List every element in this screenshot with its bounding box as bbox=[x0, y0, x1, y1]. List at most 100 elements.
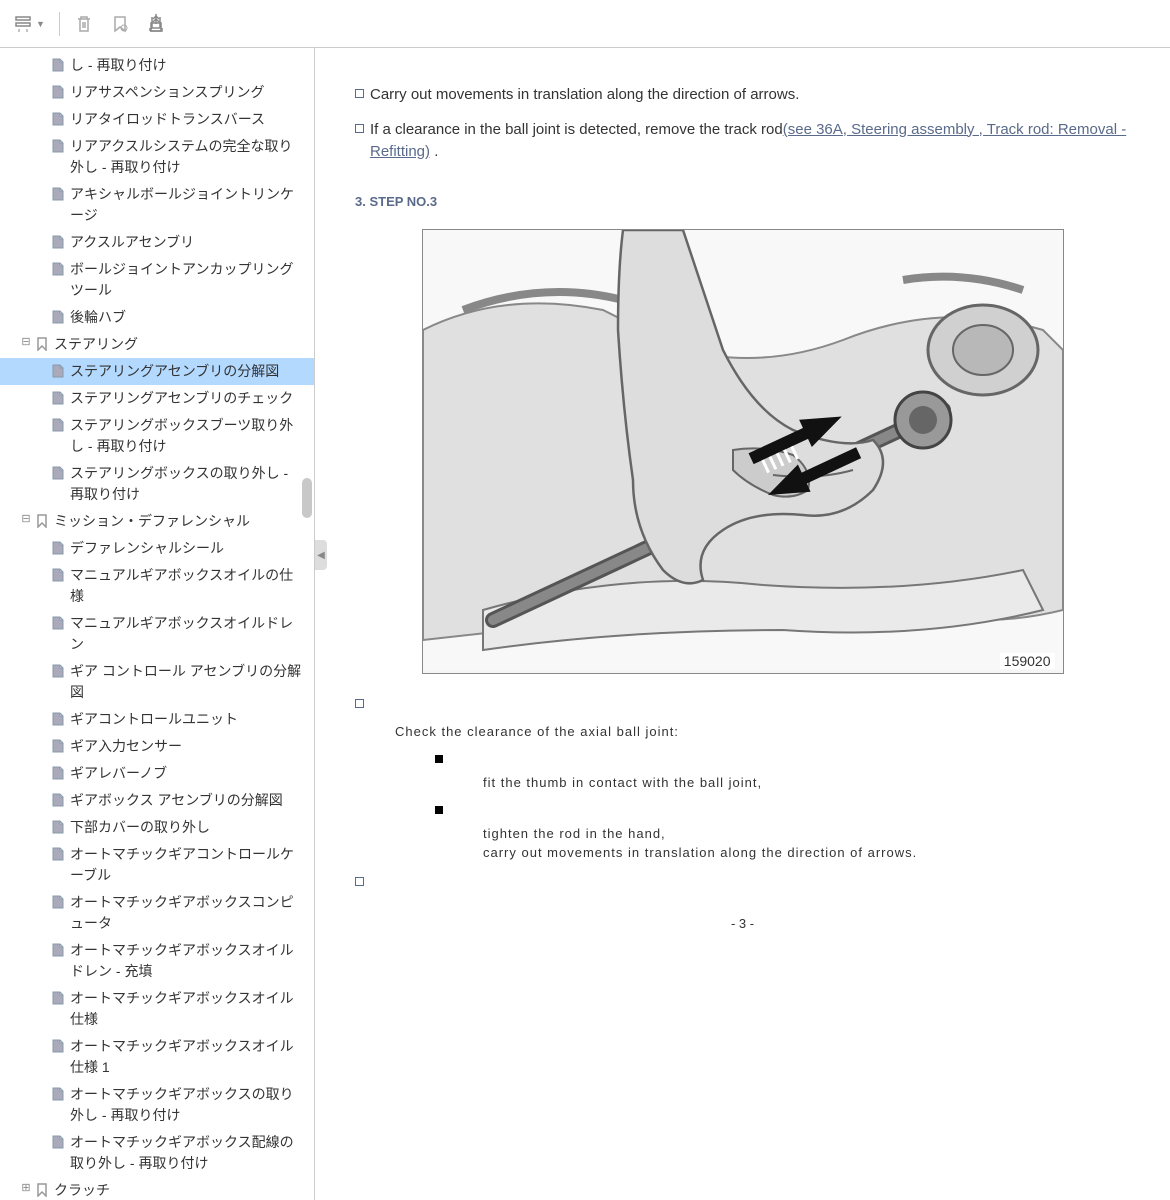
page-icon bbox=[50, 390, 66, 406]
tree-item[interactable]: マニュアルギアボックスオイルの仕様 bbox=[0, 562, 314, 610]
sidebar-scrollbar-thumb[interactable] bbox=[302, 478, 312, 518]
toolbar-separator bbox=[59, 12, 60, 36]
share-icon bbox=[146, 14, 166, 34]
sidebar-collapse-handle[interactable]: ◀ bbox=[315, 540, 327, 570]
list-item: fit the thumb in contact with the ball j… bbox=[435, 751, 1130, 790]
tree-item[interactable]: オートマチックギアボックスオイル仕様 bbox=[0, 985, 314, 1033]
tree-item[interactable]: リアサスペンションスプリング bbox=[0, 79, 314, 106]
page-icon bbox=[50, 234, 66, 250]
tree-item-label: ステアリング bbox=[54, 334, 310, 355]
page-icon bbox=[50, 1038, 66, 1054]
tree-item-label: デファレンシャルシール bbox=[70, 538, 310, 559]
page-icon bbox=[50, 846, 66, 862]
tree-item[interactable]: し - 再取り付け bbox=[0, 52, 314, 79]
tree-toggle-icon[interactable]: ⊟ bbox=[20, 511, 32, 528]
tree-item-label: し - 再取り付け bbox=[70, 55, 310, 76]
tree-item-label: オートマチックギアボックスコンピュータ bbox=[70, 892, 310, 934]
tree-item[interactable]: ギアボックス アセンブリの分解図 bbox=[0, 787, 314, 814]
tree-item[interactable]: ステアリングボックスブーツ取り外し - 再取り付け bbox=[0, 412, 314, 460]
page-icon bbox=[50, 1086, 66, 1102]
document-page: Carry out movements in translation along… bbox=[315, 48, 1170, 1200]
page-icon bbox=[50, 663, 66, 679]
page-icon bbox=[50, 894, 66, 910]
tree-toggle-icon[interactable]: ⊞ bbox=[20, 1180, 32, 1197]
figure: 159020 bbox=[355, 229, 1130, 674]
page-number: - 3 - bbox=[355, 916, 1130, 931]
paragraph bbox=[355, 694, 1130, 708]
tree-item-label: ステアリングアセンブリのチェック bbox=[70, 388, 310, 409]
tree-item-label: ステアリングボックスの取り外し - 再取り付け bbox=[70, 463, 310, 505]
tree-item[interactable]: アキシャルボールジョイントリンケージ bbox=[0, 181, 314, 229]
paragraph-text: If a clearance in the ball joint is dete… bbox=[370, 119, 1130, 164]
page-icon bbox=[50, 417, 66, 433]
page-icon bbox=[50, 738, 66, 754]
tree-item-label: オートマチックギアボックスオイル仕様 1 bbox=[70, 1036, 310, 1078]
tree-item[interactable]: オートマチックギアボックスオイル仕様 1 bbox=[0, 1033, 314, 1081]
view-options-icon bbox=[14, 14, 34, 34]
page-icon bbox=[50, 363, 66, 379]
tree-section[interactable]: ⊟ ステアリング bbox=[0, 331, 314, 358]
tree-item[interactable]: ギア入力センサー bbox=[0, 733, 314, 760]
list-item-text: carry out movements in translation along… bbox=[483, 845, 917, 860]
tree-item-label: アキシャルボールジョイントリンケージ bbox=[70, 184, 310, 226]
tree-item[interactable]: ギアコントロールユニット bbox=[0, 706, 314, 733]
tree-item-label: ギア入力センサー bbox=[70, 736, 310, 757]
content-viewport[interactable]: Carry out movements in translation along… bbox=[315, 48, 1170, 1200]
trash-icon bbox=[74, 14, 94, 34]
page-icon bbox=[50, 711, 66, 727]
tree-item-label: ギアコントロールユニット bbox=[70, 709, 310, 730]
tree-item-label: マニュアルギアボックスオイルドレン bbox=[70, 613, 310, 655]
tree-item[interactable]: マニュアルギアボックスオイルドレン bbox=[0, 610, 314, 658]
tree-item[interactable]: リアタイロッドトランスバース bbox=[0, 106, 314, 133]
bookmark-icon bbox=[34, 336, 50, 352]
delete-button[interactable] bbox=[68, 8, 100, 40]
checkbox-bullet-icon bbox=[355, 124, 364, 133]
tree-item-label: アクスルアセンブリ bbox=[70, 232, 310, 253]
tree-item-label: ステアリングアセンブリの分解図 bbox=[70, 361, 310, 382]
tree-item-label: クラッチ bbox=[54, 1180, 310, 1200]
tree-item[interactable]: オートマチックギアボックスオイルドレン - 充填 bbox=[0, 937, 314, 985]
bookmark-ribbon-icon bbox=[110, 14, 130, 34]
figure-id-label: 159020 bbox=[1000, 653, 1055, 669]
share-button[interactable] bbox=[140, 8, 172, 40]
tree-item[interactable]: オートマチックギアボックス配線の取り外し - 再取り付け bbox=[0, 1129, 314, 1177]
tree-section[interactable]: ⊞ クラッチ bbox=[0, 1177, 314, 1200]
page-icon bbox=[50, 138, 66, 154]
tree-item[interactable]: 後輪ハブ bbox=[0, 304, 314, 331]
tree-item[interactable]: 下部カバーの取り外し bbox=[0, 814, 314, 841]
tree-item-label: ミッション・デファレンシャル bbox=[54, 511, 310, 532]
tree-item-label: 下部カバーの取り外し bbox=[70, 817, 310, 838]
bookmark-icon bbox=[34, 513, 50, 529]
tree-item[interactable]: ステアリングアセンブリの分解図 bbox=[0, 358, 314, 385]
page-icon bbox=[50, 765, 66, 781]
paragraph-text: Carry out movements in translation along… bbox=[370, 84, 799, 107]
tree-item[interactable]: オートマチックギアコントロールケーブル bbox=[0, 841, 314, 889]
tree-item[interactable]: アクスルアセンブリ bbox=[0, 229, 314, 256]
page-icon bbox=[50, 540, 66, 556]
tree-item[interactable]: ギア コントロール アセンブリの分解図 bbox=[0, 658, 314, 706]
list-item-text: tighten the rod in the hand, bbox=[483, 826, 666, 841]
tree-item[interactable]: オートマチックギアボックスの取り外し - 再取り付け bbox=[0, 1081, 314, 1129]
tree-item[interactable]: デファレンシャルシール bbox=[0, 535, 314, 562]
view-options-button[interactable]: ▼ bbox=[8, 8, 51, 40]
list-item-text: fit the thumb in contact with the ball j… bbox=[483, 775, 762, 790]
figure-frame: 159020 bbox=[422, 229, 1064, 674]
tree-item[interactable]: リアアクスルシステムの完全な取り外し - 再取り付け bbox=[0, 133, 314, 181]
page-icon bbox=[50, 465, 66, 481]
page-icon bbox=[50, 309, 66, 325]
tree-item[interactable]: ステアリングボックスの取り外し - 再取り付け bbox=[0, 460, 314, 508]
tree-item-label: リアサスペンションスプリング bbox=[70, 82, 310, 103]
tree-item-label: オートマチックギアボックスオイル仕様 bbox=[70, 988, 310, 1030]
technical-illustration bbox=[423, 230, 1063, 670]
page-icon bbox=[50, 942, 66, 958]
tree-item[interactable]: ステアリングアセンブリのチェック bbox=[0, 385, 314, 412]
tree-section[interactable]: ⊟ ミッション・デファレンシャル bbox=[0, 508, 314, 535]
bookmark-button[interactable] bbox=[104, 8, 136, 40]
tree-item[interactable]: オートマチックギアボックスコンピュータ bbox=[0, 889, 314, 937]
tree-item[interactable]: ギアレバーノブ bbox=[0, 760, 314, 787]
sidebar: し - 再取り付けリアサスペンションスプリングリアタイロッドトランスバースリアア… bbox=[0, 48, 315, 1200]
tree-item-label: マニュアルギアボックスオイルの仕様 bbox=[70, 565, 310, 607]
tree-item[interactable]: ボールジョイントアンカップリングツール bbox=[0, 256, 314, 304]
checkbox-bullet-icon bbox=[355, 699, 364, 708]
tree-toggle-icon[interactable]: ⊟ bbox=[20, 334, 32, 351]
